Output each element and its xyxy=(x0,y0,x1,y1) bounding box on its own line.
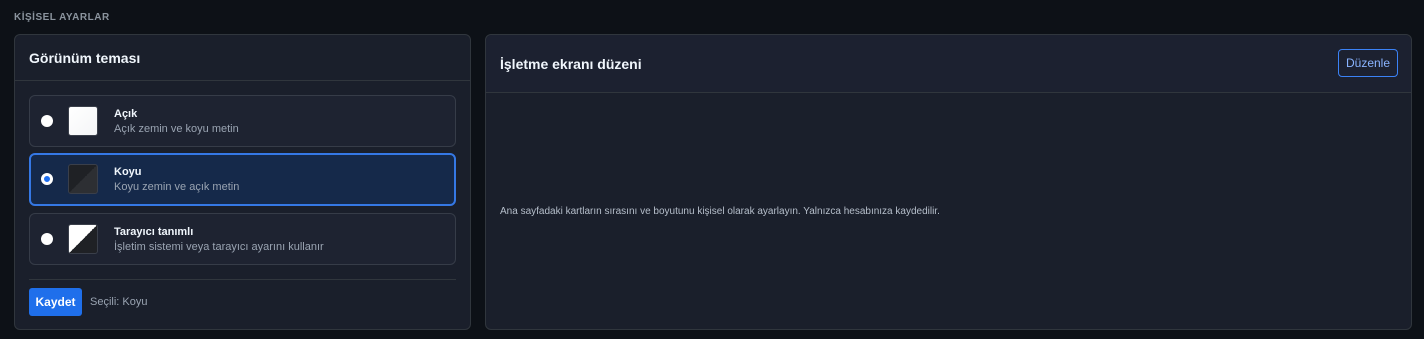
layout-description: Ana sayfadaki kartların sırasını ve boyu… xyxy=(500,206,940,217)
theme-card-header: Görünüm teması xyxy=(15,35,470,81)
radio-button-dark[interactable] xyxy=(41,173,53,185)
theme-card: Görünüm teması Açık Açık zemin ve koyu m… xyxy=(14,34,471,330)
edit-layout-button[interactable]: Düzenle xyxy=(1338,49,1398,77)
selected-theme-status: Seçili: Koyu xyxy=(90,296,148,308)
theme-option-label: Koyu xyxy=(114,166,142,178)
radio-button-system[interactable] xyxy=(41,233,53,245)
section-title: KİŞİSEL AYARLAR xyxy=(14,12,110,23)
save-button[interactable]: Kaydet xyxy=(29,288,82,316)
theme-option-system[interactable]: Tarayıcı tanımlı İşletim sistemi veya ta… xyxy=(29,213,456,265)
theme-option-light[interactable]: Açık Açık zemin ve koyu metin xyxy=(29,95,456,147)
radio-button-light[interactable] xyxy=(41,115,53,127)
dark-theme-swatch-icon xyxy=(68,164,98,194)
theme-option-label: Açık xyxy=(114,108,138,120)
theme-option-description: Koyu zemin ve açık metin xyxy=(114,181,240,193)
divider xyxy=(29,279,456,280)
layout-card-header: İşletme ekranı düzeni Düzenle xyxy=(486,35,1411,93)
theme-option-description: İşletim sistemi veya tarayıcı ayarını ku… xyxy=(114,241,324,253)
layout-card-title: İşletme ekranı düzeni xyxy=(500,56,642,72)
theme-option-label: Tarayıcı tanımlı xyxy=(114,226,194,238)
system-theme-swatch-icon xyxy=(68,224,98,254)
theme-option-description: Açık zemin ve koyu metin xyxy=(114,123,239,135)
layout-card: İşletme ekranı düzeni Düzenle Ana sayfad… xyxy=(485,34,1412,330)
theme-card-title: Görünüm teması xyxy=(29,50,141,66)
light-theme-swatch-icon xyxy=(68,106,98,136)
theme-option-dark[interactable]: Koyu Koyu zemin ve açık metin xyxy=(29,153,456,206)
